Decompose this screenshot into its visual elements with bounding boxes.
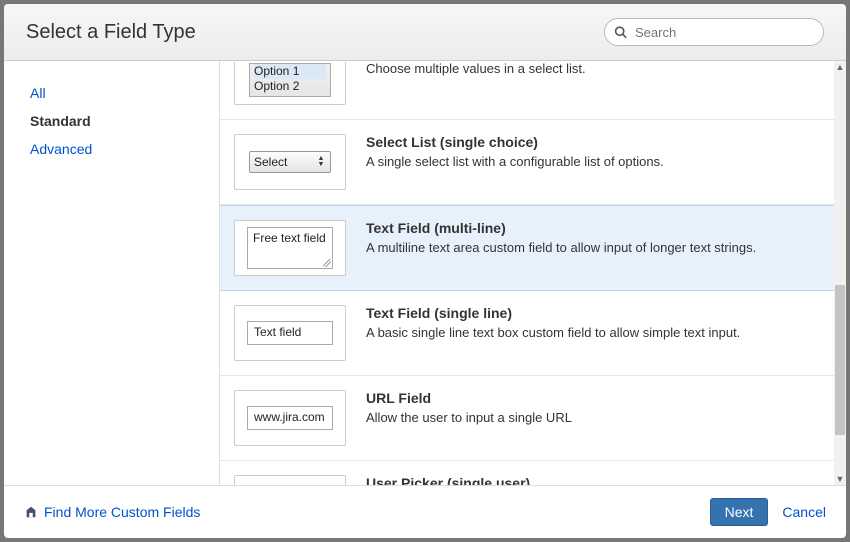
field-type-row[interactable]: www.jira.com URL Field Allow the user to… — [220, 376, 834, 461]
scroll-up-icon[interactable]: ▲ — [834, 61, 846, 73]
field-info: Text Field (single line) A basic single … — [366, 305, 816, 342]
field-type-row[interactable]: Text field Text Field (single line) A ba… — [220, 291, 834, 376]
content-area: Option 1 Option 2 Choose multiple values… — [219, 61, 846, 485]
footer-actions: Next Cancel — [710, 498, 826, 526]
search-icon — [614, 26, 627, 39]
preview-option: Option 2 — [254, 79, 326, 94]
field-type-dialog: Select a Field Type All Standard Advance… — [4, 4, 846, 538]
field-desc: Choose multiple values in a select list. — [366, 61, 816, 78]
field-info: Select List (single choice) A single sel… — [366, 134, 816, 171]
preview-option: Option 1 — [254, 64, 326, 79]
field-info: User Picker (single user) — [366, 475, 816, 485]
field-preview: Option 1 Option 2 — [234, 61, 346, 105]
field-type-row[interactable]: User Picker (single user) — [220, 461, 834, 485]
sidebar-item-standard[interactable]: Standard — [30, 107, 209, 135]
field-title: Text Field (single line) — [366, 305, 816, 321]
field-title: URL Field — [366, 390, 816, 406]
next-button[interactable]: Next — [710, 498, 769, 526]
sidebar-item-advanced[interactable]: Advanced — [30, 135, 209, 163]
cancel-button[interactable]: Cancel — [782, 504, 826, 520]
sidebar: All Standard Advanced — [4, 61, 219, 485]
find-more-link[interactable]: Find More Custom Fields — [24, 504, 200, 520]
field-preview — [234, 475, 346, 485]
field-info: Choose multiple values in a select list. — [366, 61, 816, 78]
field-preview: Free text field — [234, 220, 346, 276]
field-preview: www.jira.com — [234, 390, 346, 446]
dialog-body: All Standard Advanced Option 1 Option 2 … — [4, 61, 846, 485]
dialog-header: Select a Field Type — [4, 4, 846, 61]
search-input[interactable] — [604, 18, 824, 46]
field-preview: Text field — [234, 305, 346, 361]
sidebar-item-all[interactable]: All — [30, 79, 209, 107]
field-desc: A basic single line text box custom fiel… — [366, 325, 816, 342]
field-info: URL Field Allow the user to input a sing… — [366, 390, 816, 427]
dialog-title: Select a Field Type — [26, 21, 196, 44]
field-title: Select List (single choice) — [366, 134, 816, 150]
field-info: Text Field (multi-line) A multiline text… — [366, 220, 816, 257]
field-title: User Picker (single user) — [366, 475, 816, 485]
preview-select: Select ▲▼ — [249, 151, 331, 173]
preview-textfield: www.jira.com — [247, 406, 333, 430]
scrollbar[interactable]: ▲ ▼ — [834, 61, 846, 485]
preview-multiselect: Option 1 Option 2 — [249, 63, 331, 97]
preview-textfield: Text field — [247, 321, 333, 345]
field-title: Text Field (multi-line) — [366, 220, 816, 236]
preview-select-label: Select — [254, 155, 287, 169]
field-desc: A single select list with a configurable… — [366, 154, 816, 171]
search-container — [604, 18, 824, 46]
scroll-down-icon[interactable]: ▼ — [834, 473, 846, 485]
field-type-row[interactable]: Free text field Text Field (multi-line) … — [220, 205, 834, 291]
field-type-list: Option 1 Option 2 Choose multiple values… — [220, 61, 834, 485]
field-type-row[interactable]: Option 1 Option 2 Choose multiple values… — [220, 61, 834, 120]
field-preview: Select ▲▼ — [234, 134, 346, 190]
preview-textarea: Free text field — [247, 227, 333, 269]
field-type-row[interactable]: Select ▲▼ Select List (single choice) A … — [220, 120, 834, 205]
marketplace-icon — [24, 505, 38, 519]
find-more-label: Find More Custom Fields — [44, 504, 200, 520]
field-desc: A multiline text area custom field to al… — [366, 240, 816, 257]
dialog-footer: Find More Custom Fields Next Cancel — [4, 485, 846, 538]
scrollbar-thumb[interactable] — [835, 285, 845, 435]
chevron-updown-icon: ▲▼ — [316, 156, 326, 168]
field-desc: Allow the user to input a single URL — [366, 410, 816, 427]
